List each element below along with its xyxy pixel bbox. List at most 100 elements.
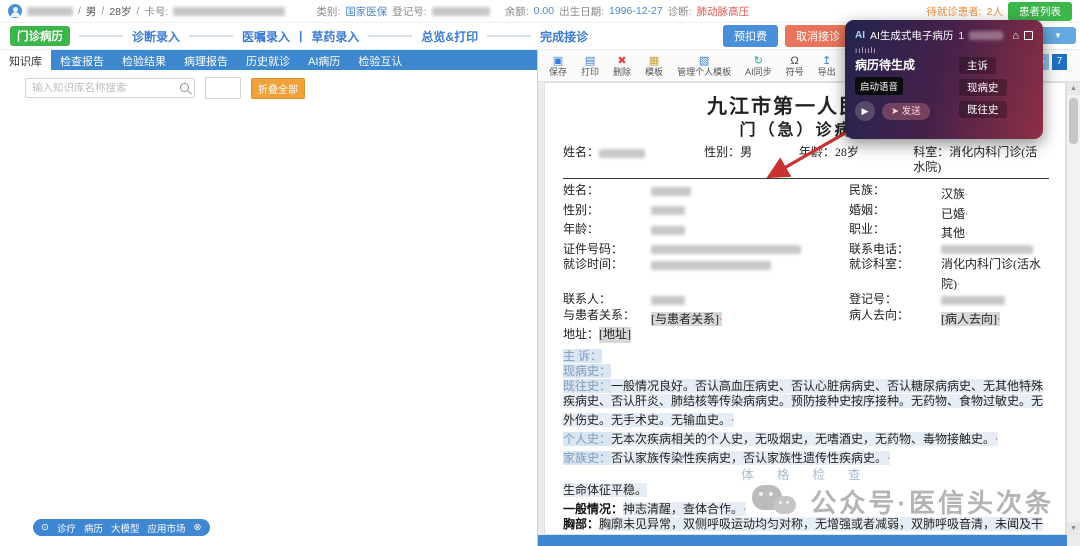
past-history-text: 一般情况良好。否认高血压病史、否认心脏病病史、否认糖尿病病史、无其他特殊疾病史、… [563, 378, 1044, 427]
toolbar-label: 模板 [645, 67, 664, 77]
manage-template-icon: ▧ [698, 55, 710, 67]
field-value: 28岁 [834, 145, 859, 159]
symbol-button[interactable]: Ω 符号 [779, 54, 811, 77]
chevron-down-icon[interactable]: ▼ [1040, 27, 1076, 44]
family-history-text: 否认家族传染性疾病史，否认家族性遗传性疾病史。 [611, 450, 891, 465]
ai-sync-button[interactable]: ↻ AI同步 [738, 54, 779, 77]
scroll-down-icon[interactable]: ▼ [1067, 522, 1080, 535]
field-label: 病人去向： [849, 307, 910, 322]
scroll-up-icon[interactable]: ▲ [1067, 82, 1080, 95]
cancel-reception-button[interactable]: 取消接诊 [785, 25, 851, 47]
manage-personal-template-button[interactable]: ▧ 管理个人模板 [670, 54, 738, 77]
dock-item-large-model[interactable]: 大模型 [111, 521, 140, 535]
dock-close-icon[interactable]: ⊗ [194, 522, 202, 533]
dob-value: 1996-12-27 [609, 5, 663, 17]
patient-sex: 男 [85, 5, 97, 18]
personal-history-label[interactable]: 个人史： [563, 431, 612, 446]
balance-value: 0.00 [533, 5, 555, 17]
field-label: 婚姻： [849, 202, 886, 217]
field-label: 年龄： [563, 222, 600, 236]
general-condition-text: 神志清醒，查体合作。 [623, 501, 747, 516]
play-button[interactable]: ▶ [855, 101, 875, 121]
dock-circle-icon[interactable]: ⊙ [41, 522, 49, 533]
redacted-value [651, 206, 685, 216]
physical-exam-header: 体 格 检 查 [741, 467, 871, 482]
send-icon: ➤ [891, 105, 899, 117]
quick-present-illness-button[interactable]: 现病史 [959, 79, 1007, 96]
delete-button[interactable]: ✖ 删除 [606, 54, 638, 77]
audio-wave-icon: ıılıılı [855, 46, 877, 55]
tab-ai-record[interactable]: AI病历 [299, 50, 349, 70]
toolbar-label: 保存 [549, 67, 568, 77]
document-area: 九江市第一人民医院 门（急）诊病历 姓名： 性别：男 年龄：28岁 科室：消化内… [538, 82, 1080, 546]
field-label: 姓名： [563, 183, 600, 197]
placeholder-token-address[interactable]: [地址] [599, 327, 632, 343]
workflow-step-herb-entry[interactable]: 草药录入 [311, 28, 359, 45]
export-button[interactable]: ↥ 导出 [811, 54, 843, 77]
field-label: 性别： [704, 145, 741, 159]
collapse-all-button[interactable]: 折叠全部 [251, 77, 305, 99]
pre-deduct-fee-button[interactable]: 预扣费 [723, 25, 778, 47]
workflow-step-outpatient-record[interactable]: 门诊病历 [10, 26, 70, 46]
ai-popup-count: 1 [958, 29, 965, 42]
field-label: 与患者关系： [563, 307, 636, 322]
home-icon[interactable]: ⌂ [1012, 30, 1019, 42]
redacted-value [969, 31, 1004, 40]
wechat-icon [752, 484, 798, 519]
tab-lab-results[interactable]: 检验结果 [113, 50, 175, 70]
diagnosis-value: 肺动脉高压 [696, 5, 750, 18]
field-label: 地址： [563, 327, 600, 341]
toolbar-label: 管理个人模板 [677, 67, 732, 77]
save-button[interactable]: ▣ 保存 [542, 54, 574, 77]
tab-knowledge-base[interactable]: 知识库 [0, 50, 51, 70]
chief-complaint-label[interactable]: 主 诉： [563, 348, 603, 363]
patient-age: 28岁 [109, 5, 132, 18]
knowledge-search-input[interactable] [25, 78, 195, 98]
family-history-label[interactable]: 家族史： [563, 450, 612, 465]
workflow-step-finish-visit[interactable]: 完成接诊 [540, 28, 588, 45]
personal-history-text: 无本次疾病相关的个人史，无吸烟史，无嗜酒史，无药物、毒物接触史。 [611, 431, 999, 446]
field-label: 民族： [849, 183, 886, 197]
template-button[interactable]: ▦ 模板 [638, 54, 670, 77]
vertical-scrollbar[interactable]: ▲ ▼ [1066, 82, 1080, 535]
watermark: 公众号·医信头次条 [752, 483, 1054, 520]
send-button[interactable]: ➤ 发送 [882, 102, 930, 120]
dob-label: 出生日期: [559, 5, 604, 18]
scrollbar-thumb[interactable] [1068, 98, 1078, 144]
redacted-value [651, 225, 685, 235]
general-condition-label: 一般情况： [563, 501, 624, 516]
dock-item-clinic[interactable]: 诊疗 [57, 521, 76, 535]
dock-item-app-market[interactable]: 应用市场 [148, 521, 186, 535]
quick-past-history-button[interactable]: 既往史 [959, 101, 1007, 118]
redacted-value [651, 260, 771, 270]
tab-visit-history[interactable]: 历史就诊 [237, 50, 299, 70]
placeholder-token-relation[interactable]: [与患者关系] [651, 311, 722, 326]
tab-pathology-reports[interactable]: 病理报告 [175, 50, 237, 70]
filter-input[interactable] [205, 77, 241, 99]
toolbar-label: 打印 [581, 67, 600, 77]
placeholder-token-destination[interactable]: [病人去向] [941, 311, 1000, 326]
dock-item-record[interactable]: 病历 [84, 521, 103, 535]
past-history-label[interactable]: 既往史： [563, 378, 612, 393]
horizontal-scrollbar[interactable] [538, 535, 1067, 546]
tab-exam-reports[interactable]: 检查报告 [51, 50, 113, 70]
size-tab-7[interactable]: 7 [1052, 54, 1067, 70]
field-value: 汉族 [941, 183, 1049, 203]
field-label: 就诊科室： [849, 257, 910, 271]
toolbar-label: 导出 [817, 67, 836, 77]
workflow-step-overview-print[interactable]: 总览&打印 [421, 28, 478, 45]
waiting-patients-label: 待就诊患者: [926, 5, 982, 18]
patient-list-button[interactable]: 患者列表 [1008, 1, 1072, 21]
tab-test-mutual-recognition[interactable]: 检验互认 [349, 50, 411, 70]
workflow-step-order-entry[interactable]: 医嘱录入 [242, 28, 290, 45]
expand-icon[interactable] [1024, 31, 1033, 40]
redacted-value [651, 245, 801, 255]
print-button[interactable]: ▤ 打印 [574, 54, 606, 77]
present-illness-label[interactable]: 现病史： [563, 363, 612, 378]
medical-record-document[interactable]: 九江市第一人民医院 门（急）诊病历 姓名： 性别：男 年龄：28岁 科室：消化内… [544, 82, 1066, 535]
quick-chief-complaint-button[interactable]: 主诉 [959, 57, 996, 74]
card-label: 卡号: [144, 5, 169, 18]
redacted-value [941, 245, 1033, 255]
workflow-connector [189, 35, 234, 37]
workflow-step-diagnosis-entry[interactable]: 诊断录入 [132, 28, 180, 45]
